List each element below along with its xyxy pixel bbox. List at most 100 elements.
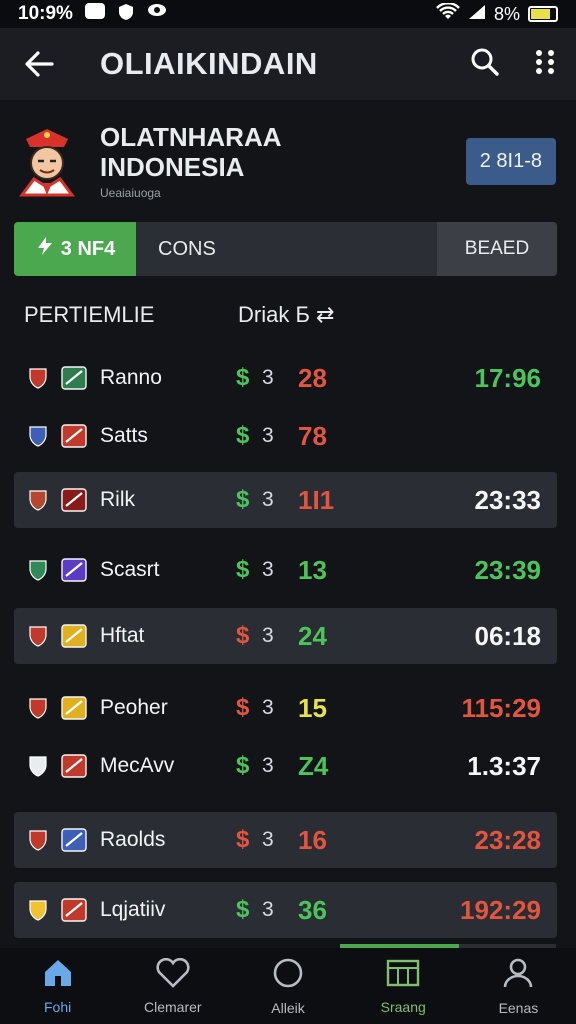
team-crest-icon [28,625,48,647]
team-logo-icon [60,826,88,854]
odds-currency: $ [236,826,250,853]
team-logo-icon [60,622,88,650]
list-header-col2: Driak Б ⇄ [238,302,335,327]
team-name: Raolds [100,828,166,851]
home-icon [42,958,74,993]
team-crest-icon [28,489,48,511]
odds-value: 3 [262,754,274,777]
arrow-left-icon[interactable] [24,50,54,83]
league-subtitle: Ueaiaiuoga [100,186,161,200]
odds-value: 3 [262,424,274,447]
team-name: Lqjatiiv [100,898,166,921]
table-row[interactable]: Scasrt $3 13 23:39 [14,542,557,598]
list-header-col1: PERTIEMLIE [24,302,155,327]
table-row[interactable]: MecAvv $3 Z4 1.3:37 [14,738,557,794]
nav-standings[interactable]: Sraang [346,948,461,1024]
score-value: 28 [298,362,327,393]
status-bar: 10:9% 8% [0,0,576,28]
eye-icon [147,3,167,26]
odds-currency: $ [236,364,250,391]
odds-value: 3 [262,488,274,511]
nav-home[interactable]: Fohi [0,948,115,1024]
odds-value: 3 [262,898,274,921]
team-crest-icon [28,755,48,777]
team-crest-icon [28,425,48,447]
more-grid-icon[interactable] [534,49,556,80]
signal-icon [468,4,486,25]
score-value: Z4 [298,750,329,781]
odds-currency: $ [236,622,250,649]
tab-cons[interactable]: CONS [158,238,216,261]
team-name: Ranno [100,366,162,389]
league-title: OLATNHARAA [100,122,282,152]
nav-alerts[interactable]: Alleik [230,948,345,1024]
shield-icon [117,3,135,26]
nav-label: Fohi [43,998,72,1015]
odds-value: 3 [262,828,274,851]
nav-label: Clemarer [144,998,202,1015]
team-crest-icon [28,829,48,851]
tab-active-label: 3 NF4 [60,237,116,260]
search-icon[interactable] [470,47,500,82]
table-row[interactable]: Peoher $3 15 115:29 [14,680,557,736]
odds-currency: $ [236,896,250,923]
circle-icon [272,957,304,994]
match-time: 23:28 [474,824,542,855]
bottom-nav: Fohi Clemarer Alleik Sraang Eenas [0,948,576,1024]
team-name: Rilk [100,488,135,511]
team-crest-icon [28,367,48,389]
match-time: 192:29 [460,894,541,925]
team-name: MecAvv [100,754,175,777]
odds-currency: $ [236,422,250,449]
league-country: INDONESIA [100,152,245,182]
team-logo-icon [60,486,88,514]
app-bar: OLIAIKINDAIN [0,28,576,100]
battery-icon [528,6,558,22]
table-row[interactable]: Rilk $3 1I1 23:33 [14,472,557,528]
nav-profile[interactable]: Eenas [461,948,576,1024]
odds-currency: $ [236,556,250,583]
odds-value: 3 [262,558,274,581]
tab-right[interactable]: BEAED [437,222,557,276]
match-list: PERTIEMLIE Driak Б ⇄ Ranno $3 28 17:96 Satts… [14,286,557,948]
team-name: Scasrt [100,558,160,581]
team-crest-icon [28,899,48,921]
notification-icon [84,2,105,19]
odds-currency: $ [236,486,250,513]
score-value: 78 [298,420,327,451]
battery-level [531,9,551,19]
page-title: OLIAIKINDAIN [100,46,318,81]
status-time: 10:9% [18,3,73,24]
profile-icon [502,957,534,994]
tab-active[interactable]: 3 NF4 [14,222,136,276]
table-row[interactable]: Ranno $3 28 17:96 [14,350,557,406]
nav-label: Alleik [271,999,305,1016]
score-value: 16 [298,824,327,855]
league-logo [12,121,82,201]
odds-value: 3 [262,366,274,389]
bolt-icon [35,236,55,262]
tab-strip: 3 NF4 CONS BEAED [14,222,557,276]
team-logo-icon [60,422,88,450]
odds-value: 3 [262,696,274,719]
score-value: 1I1 [298,484,335,515]
nav-label: Sraang [380,998,426,1015]
table-row[interactable]: Raolds $3 16 23:28 [14,812,557,868]
wifi-icon [436,1,460,26]
table-row[interactable]: Lqjatiiv $3 36 192:29 [14,882,557,938]
table-row[interactable]: Satts $3 78 [14,408,557,464]
table-row[interactable]: Hftat $3 24 06:18 [14,608,557,664]
team-name: Peoher [100,696,168,719]
team-logo-icon [60,694,88,722]
team-crest-icon [28,697,48,719]
team-logo-icon [60,364,88,392]
team-name: Satts [100,424,148,447]
heart-icon [156,957,190,993]
nav-label: Eenas [498,999,539,1016]
nav-favorites[interactable]: Clemarer [115,948,230,1024]
team-logo-icon [60,556,88,584]
score-value: 15 [298,692,327,723]
match-time: 23:39 [474,554,542,585]
score-value: 36 [298,894,327,925]
league-badge-button[interactable]: 2 8I1-8 [465,137,556,185]
